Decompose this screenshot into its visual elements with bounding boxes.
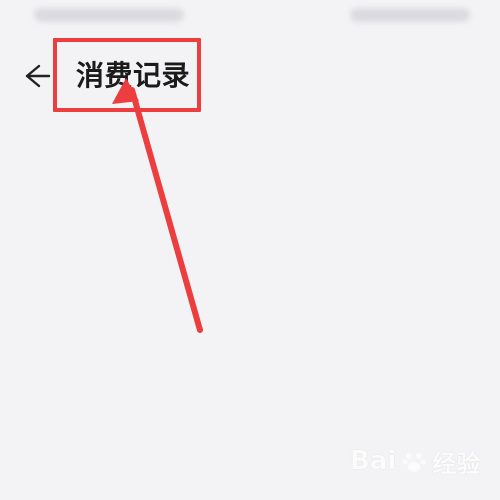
status-bar xyxy=(0,0,500,40)
annotation-highlight-box xyxy=(53,38,201,112)
baidu-jingyan-watermark: Bai 经验 xyxy=(350,438,490,484)
status-bar-right-blur xyxy=(350,8,470,22)
annotation-arrow-shaft xyxy=(129,87,203,333)
watermark-brand-left: Bai xyxy=(350,446,397,476)
watermark-brand-right: 经验 xyxy=(432,449,481,478)
back-button[interactable] xyxy=(18,58,54,94)
paw-icon xyxy=(402,453,426,472)
status-bar-left-blur xyxy=(34,8,184,22)
arrow-left-icon xyxy=(25,64,51,88)
